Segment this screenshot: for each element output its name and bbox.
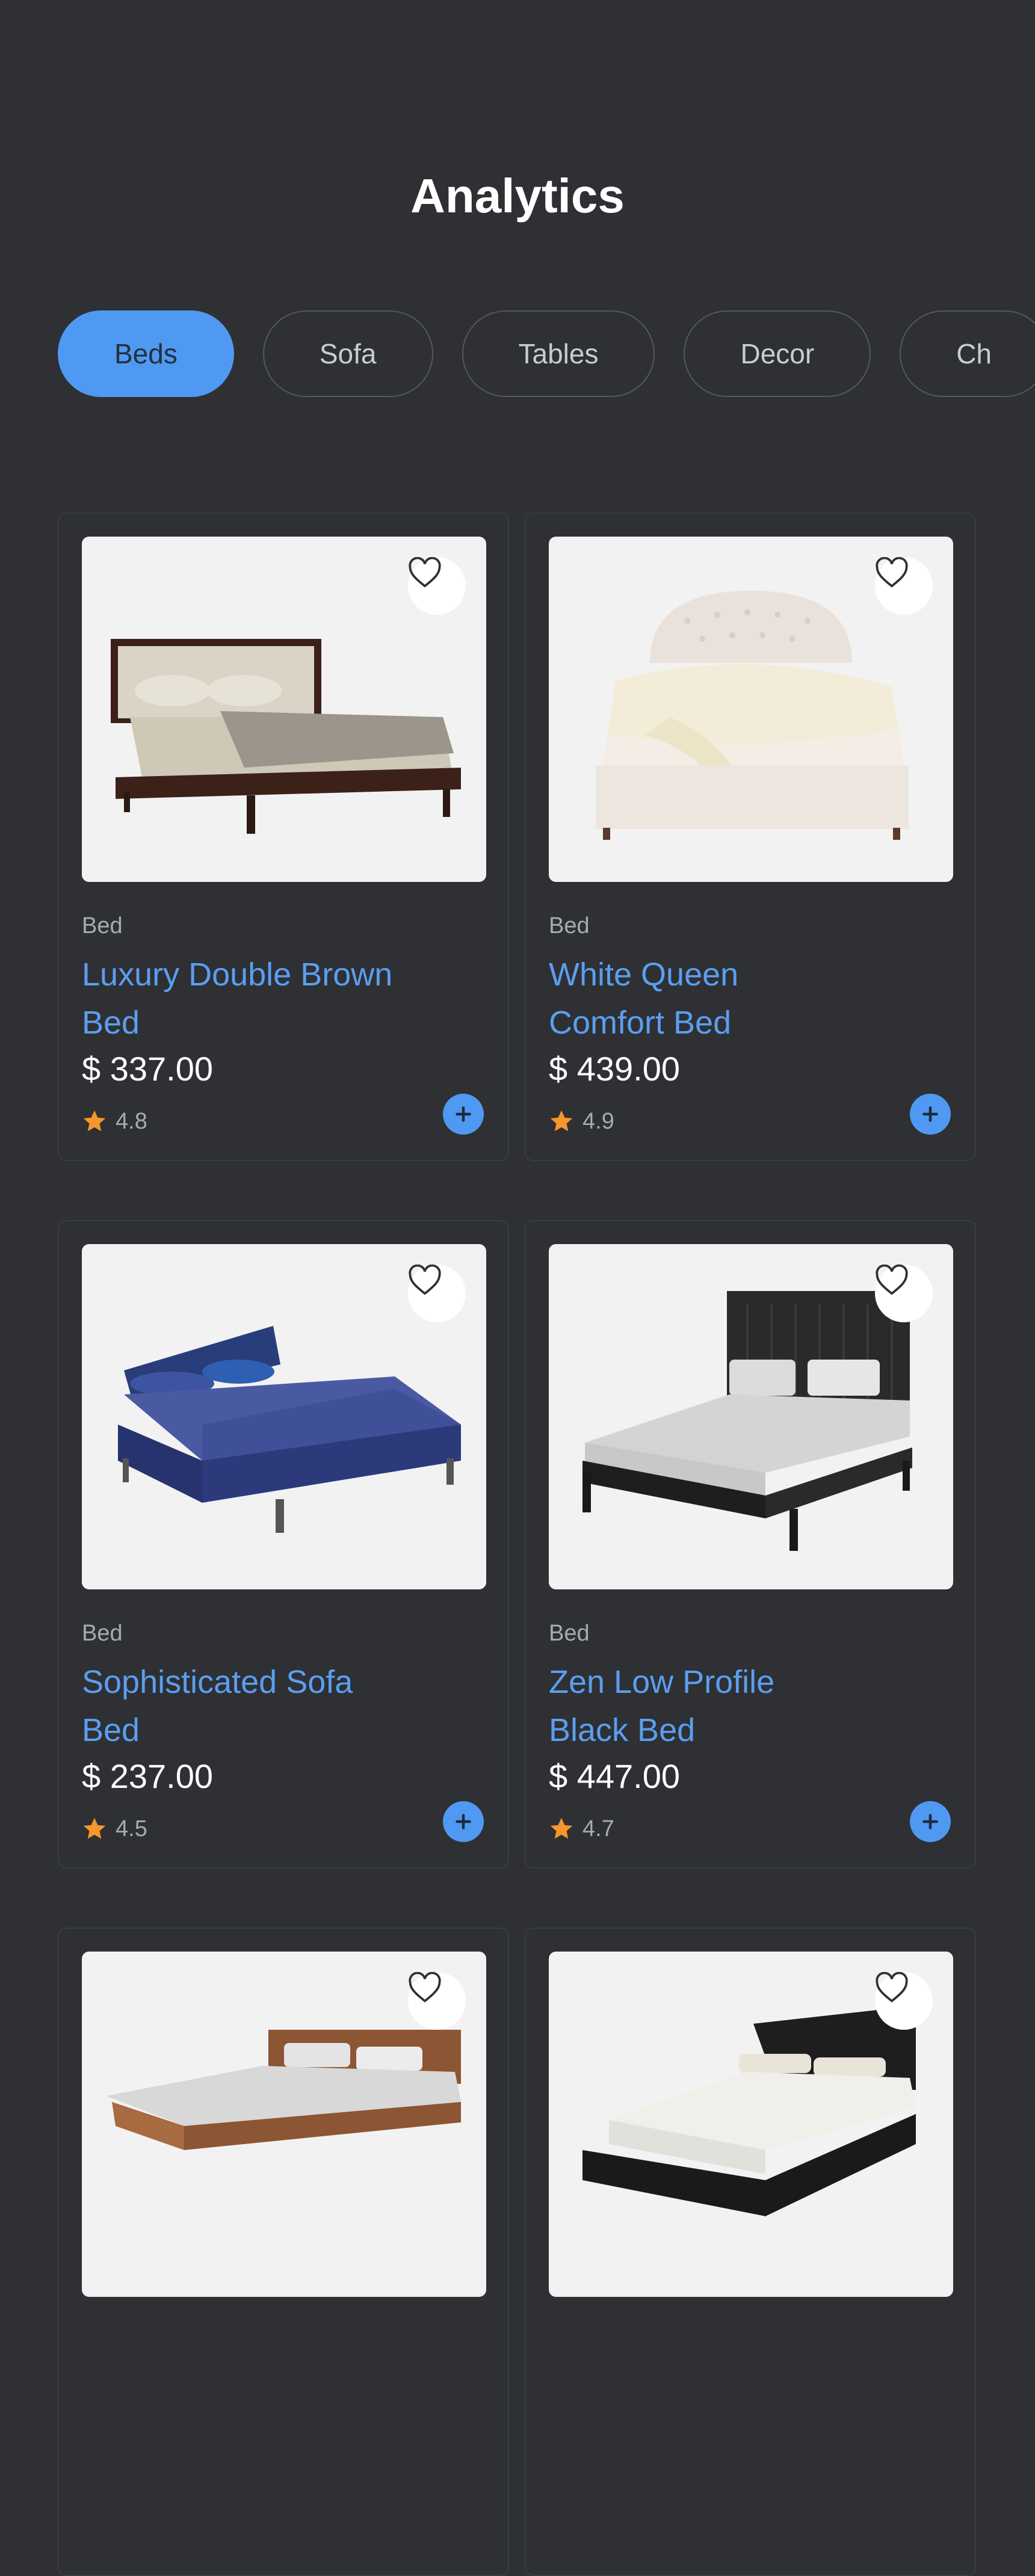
plus-icon	[922, 1814, 938, 1829]
rating-value: 4.5	[116, 1816, 147, 1841]
tab-beds[interactable]: Beds	[58, 310, 234, 397]
add-to-cart-button[interactable]	[910, 1801, 951, 1842]
heart-icon	[876, 1972, 908, 2003]
product-name[interactable]: Zen Low Profile Black Bed	[549, 1658, 862, 1754]
product-category: Bed	[549, 913, 590, 938]
product-category: Bed	[549, 1621, 590, 1646]
product-name[interactable]: Sophisticated Sofa Bed	[82, 1658, 395, 1754]
favorite-button[interactable]	[875, 557, 933, 615]
star-icon	[83, 1110, 106, 1132]
star-icon	[83, 1817, 106, 1839]
add-to-cart-button[interactable]	[443, 1094, 484, 1135]
product-image	[82, 1244, 486, 1589]
product-card[interactable]: Bed Luxury Double Brown Bed $ 337.00 4.8	[58, 513, 509, 1161]
product-category: Bed	[82, 913, 123, 938]
product-price: $ 337.00	[82, 1050, 213, 1088]
product-name[interactable]: White Queen Comfort Bed	[549, 951, 862, 1047]
category-tabs: Beds Sofa Tables Decor Ch	[58, 310, 1035, 397]
product-image	[82, 1952, 486, 2297]
page-title: Analytics	[410, 169, 625, 223]
plus-icon	[456, 1106, 471, 1122]
rating-value: 4.9	[582, 1108, 614, 1134]
product-card[interactable]	[525, 1927, 976, 2576]
tab-tables[interactable]: Tables	[462, 310, 655, 397]
heart-icon	[409, 1972, 441, 2003]
product-image	[549, 1244, 953, 1589]
heart-icon	[409, 1265, 441, 1295]
tab-decor[interactable]: Decor	[684, 310, 871, 397]
product-rating: 4.5	[82, 1814, 147, 1843]
favorite-button[interactable]	[875, 1265, 933, 1322]
product-rating: 4.7	[549, 1814, 614, 1843]
favorite-button[interactable]	[408, 1972, 466, 2030]
favorite-button[interactable]	[408, 557, 466, 615]
product-rating: 4.9	[549, 1107, 614, 1136]
rating-value: 4.8	[116, 1108, 147, 1134]
favorite-button[interactable]	[875, 1972, 933, 2030]
product-image	[549, 1952, 953, 2297]
tab-chairs[interactable]: Ch	[900, 310, 1035, 397]
product-category: Bed	[82, 1621, 123, 1646]
tab-sofa[interactable]: Sofa	[262, 310, 433, 397]
heart-icon	[876, 1265, 908, 1295]
star-icon	[550, 1110, 573, 1132]
star-icon	[550, 1817, 573, 1839]
product-price: $ 447.00	[549, 1757, 680, 1795]
product-card[interactable]	[58, 1927, 509, 2576]
product-card[interactable]: Bed Sophisticated Sofa Bed $ 237.00 4.5	[58, 1220, 509, 1869]
add-to-cart-button[interactable]	[910, 1094, 951, 1135]
product-price: $ 237.00	[82, 1757, 213, 1795]
product-image	[82, 537, 486, 882]
heart-icon	[876, 557, 908, 588]
plus-icon	[922, 1106, 938, 1122]
product-card[interactable]: Bed White Queen Comfort Bed $ 439.00 4.9	[525, 513, 976, 1161]
product-rating: 4.8	[82, 1107, 147, 1136]
plus-icon	[456, 1814, 471, 1829]
add-to-cart-button[interactable]	[443, 1801, 484, 1842]
rating-value: 4.7	[582, 1816, 614, 1841]
product-card[interactable]: Bed Zen Low Profile Black Bed $ 447.00 4…	[525, 1220, 976, 1869]
product-image	[549, 537, 953, 882]
product-price: $ 439.00	[549, 1050, 680, 1088]
heart-icon	[409, 557, 441, 588]
favorite-button[interactable]	[408, 1265, 466, 1322]
product-name[interactable]: Luxury Double Brown Bed	[82, 951, 395, 1047]
